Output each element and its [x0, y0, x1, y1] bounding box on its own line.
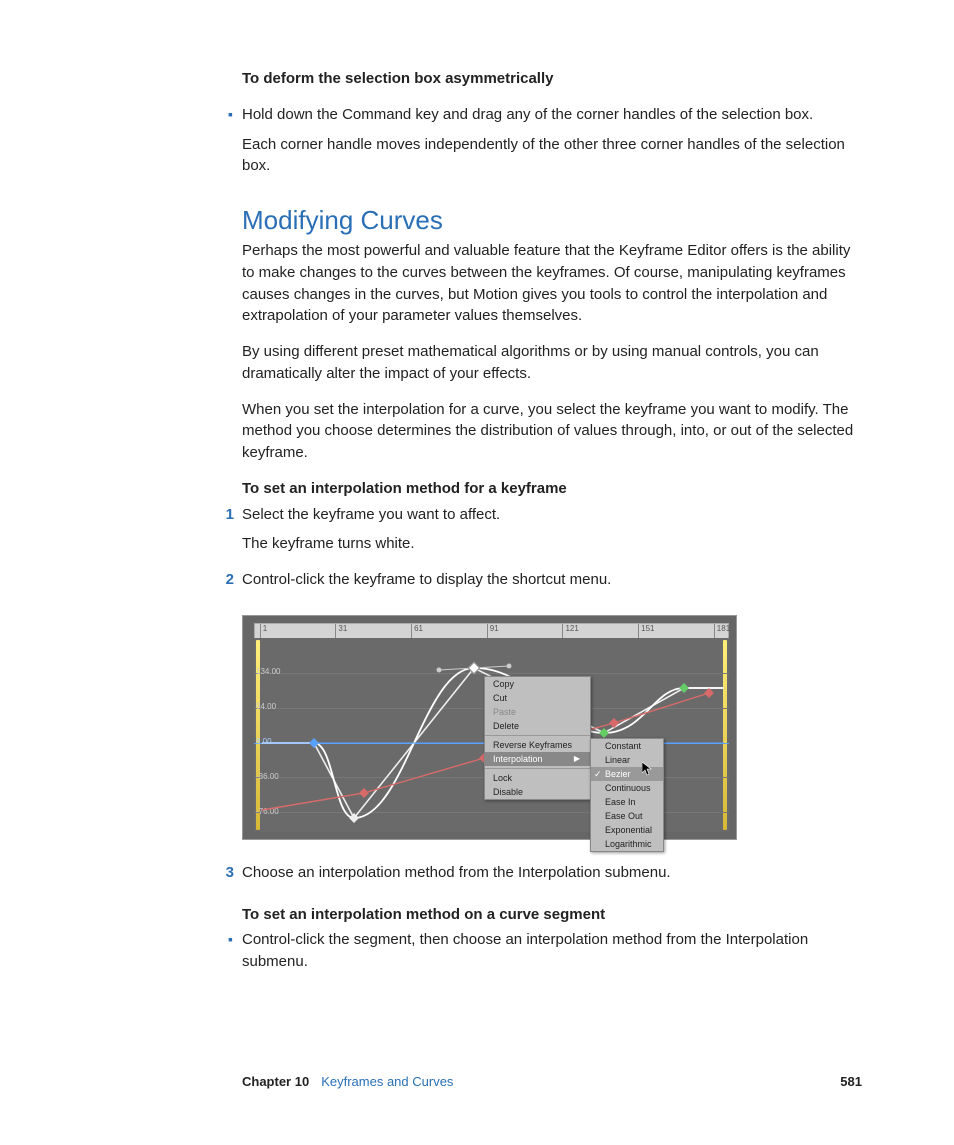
footer-title: Keyframes and Curves	[321, 1074, 453, 1089]
tick: 31	[335, 624, 347, 638]
submenu-item-logarithmic[interactable]: Logarithmic	[591, 837, 663, 851]
tick: 121	[562, 624, 578, 638]
bullet-icon: ▪	[228, 104, 242, 134]
steps2-bullet: Control-click the segment, then choose a…	[242, 929, 862, 973]
submenu-item-linear[interactable]: Linear	[591, 753, 663, 767]
tick: 91	[487, 624, 499, 638]
tick: 61	[411, 624, 423, 638]
step2-text: Control-click the keyframe to display th…	[242, 569, 611, 591]
para-corner-handle: Each corner handle moves independently o…	[242, 134, 862, 178]
step3-text: Choose an interpolation method from the …	[242, 862, 671, 884]
step1-text: Select the keyframe you want to affect.	[242, 504, 862, 526]
menu-item-paste: Paste	[485, 705, 590, 719]
section-heading: Modifying Curves	[242, 205, 862, 236]
menu-item-disable[interactable]: Disable	[485, 785, 590, 799]
cursor-icon	[642, 762, 652, 776]
context-menu[interactable]: Copy Cut Paste Delete Reverse Keyframes …	[484, 676, 591, 800]
menu-item-cut[interactable]: Cut	[485, 691, 590, 705]
menu-item-copy[interactable]: Copy	[485, 677, 590, 691]
submenu-item-exponential[interactable]: Exponential	[591, 823, 663, 837]
footer-page-number: 581	[840, 1074, 862, 1089]
bullet-icon: ▪	[228, 929, 242, 987]
timeline-ruler: 1 31 61 91 121 151 181	[254, 623, 729, 639]
tick: 181	[714, 624, 730, 638]
steps2-heading: To set an interpolation method on a curv…	[242, 904, 862, 926]
footer-chapter: Chapter 10	[242, 1074, 309, 1089]
section-p1: Perhaps the most powerful and valuable f…	[242, 240, 862, 327]
bullet-text: Hold down the Command key and drag any o…	[242, 104, 813, 126]
menu-item-interpolation[interactable]: Interpolation ▶	[485, 752, 590, 766]
step-number-3: 3	[214, 862, 242, 898]
tick: 1	[260, 624, 267, 638]
heading-deform: To deform the selection box asymmetrical…	[242, 68, 862, 90]
tick: 151	[638, 624, 654, 638]
step-number-2: 2	[214, 569, 242, 605]
section-p3: When you set the interpolation for a cur…	[242, 399, 862, 464]
submenu-item-continuous[interactable]: Continuous	[591, 781, 663, 795]
interpolation-submenu[interactable]: Constant Linear Bezier Continuous Ease I…	[590, 738, 664, 852]
step1-note: The keyframe turns white.	[242, 533, 862, 555]
menu-item-reverse[interactable]: Reverse Keyframes	[485, 738, 590, 752]
submenu-item-easeout[interactable]: Ease Out	[591, 809, 663, 823]
menu-item-lock[interactable]: Lock	[485, 771, 590, 785]
step-number-1: 1	[214, 504, 242, 570]
submenu-item-constant[interactable]: Constant	[591, 739, 663, 753]
submenu-item-bezier[interactable]: Bezier	[591, 767, 663, 781]
submenu-item-easein[interactable]: Ease In	[591, 795, 663, 809]
section-p2: By using different preset mathematical a…	[242, 341, 862, 385]
graph-area: 134.00 94.00 8.00 -36.00 -76.00	[254, 638, 729, 832]
menu-item-delete[interactable]: Delete	[485, 719, 590, 733]
submenu-arrow-icon: ▶	[574, 754, 580, 763]
page-footer: Chapter 10 Keyframes and Curves 581	[242, 1074, 862, 1089]
keyframe-editor-figure: 1 31 61 91 121 151 181 134.00 94.00 8.00…	[242, 615, 737, 840]
menu-item-label: Interpolation	[493, 754, 543, 764]
steps1-heading: To set an interpolation method for a key…	[242, 478, 862, 500]
